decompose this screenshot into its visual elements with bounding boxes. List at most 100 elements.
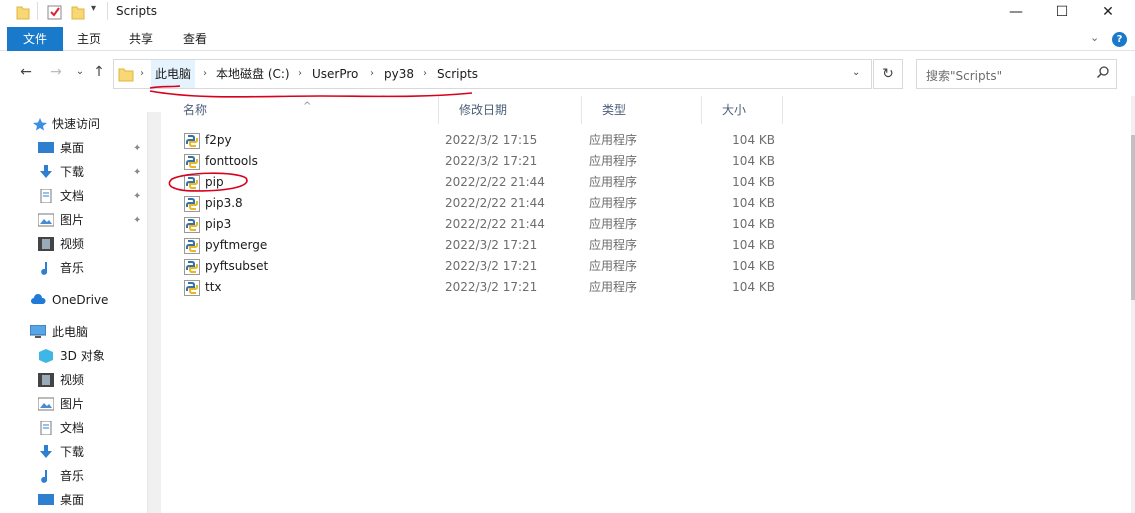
- up-button[interactable]: ↑: [89, 64, 109, 80]
- sidebar-item-label: 视频: [60, 373, 85, 387]
- python-app-icon: [184, 196, 200, 212]
- recent-locations-button[interactable]: ⌄: [70, 66, 90, 77]
- breadcrumb-separator-icon[interactable]: ›: [370, 60, 374, 88]
- download-icon: [40, 165, 52, 178]
- window-title: Scripts: [116, 4, 158, 18]
- column-header-date[interactable]: 修改日期: [439, 96, 582, 124]
- file-size: 104 KB: [732, 238, 775, 252]
- desktop-icon: [38, 142, 54, 153]
- file-date: 2022/2/22 21:44: [445, 196, 545, 210]
- forward-button[interactable]: →: [46, 64, 66, 80]
- column-header-type[interactable]: 类型: [582, 96, 702, 124]
- file-row[interactable]: pip 2022/2/22 21:44 应用程序 104 KB: [163, 172, 783, 193]
- file-date: 2022/2/22 21:44: [445, 217, 545, 231]
- desktop-icon: [38, 494, 54, 505]
- ribbon-tabs: 文件 主页 共享 查看 ⌄ ?: [0, 27, 1135, 51]
- file-row[interactable]: f2py 2022/3/2 17:15 应用程序 104 KB: [163, 130, 783, 151]
- file-type: 应用程序: [589, 196, 638, 210]
- picture-icon: [38, 213, 54, 227]
- video-icon: [38, 237, 54, 251]
- folder-icon[interactable]: [16, 4, 30, 20]
- sidebar-scrollbar[interactable]: [147, 112, 161, 513]
- file-row[interactable]: pyftmerge 2022/3/2 17:21 应用程序 104 KB: [163, 235, 783, 256]
- tab-view[interactable]: 查看: [174, 27, 216, 51]
- file-name: pip: [205, 175, 224, 189]
- ribbon-collapse-icon[interactable]: ⌄: [1090, 31, 1099, 44]
- close-button[interactable]: ✕: [1085, 0, 1131, 24]
- file-name: fonttools: [205, 154, 258, 168]
- folder-icon: [118, 68, 134, 82]
- python-app-icon: [184, 259, 200, 275]
- search-icon[interactable]: [1096, 65, 1110, 79]
- search-input[interactable]: 搜索"Scripts": [916, 59, 1117, 89]
- back-button[interactable]: ←: [16, 64, 36, 80]
- cloud-icon: [31, 294, 46, 304]
- document-icon: [40, 421, 52, 435]
- file-name: pip3.8: [205, 196, 243, 210]
- file-name: pip3: [205, 217, 232, 231]
- download-icon: [40, 445, 52, 458]
- navigation-pane: 快速访问 桌面 ✦ 下载 ✦ 文档 ✦ 图片 ✦ 视频 音乐 OneDrive …: [0, 96, 147, 513]
- help-icon[interactable]: ?: [1112, 32, 1127, 47]
- document-icon: [40, 189, 52, 203]
- tab-home[interactable]: 主页: [68, 27, 110, 51]
- breadcrumb-scripts[interactable]: Scripts: [437, 60, 478, 88]
- address-bar[interactable]: › 此电脑 › 本地磁盘 (C:) › UserPro › py38 › Scr…: [113, 59, 872, 89]
- breadcrumb-local-disk[interactable]: 本地磁盘 (C:): [216, 60, 290, 88]
- python-app-icon: [184, 175, 200, 191]
- file-row[interactable]: pip3.8 2022/2/22 21:44 应用程序 104 KB: [163, 193, 783, 214]
- file-type: 应用程序: [589, 175, 638, 189]
- sidebar-item-label: 文档: [60, 421, 85, 435]
- pin-icon[interactable]: ✦: [133, 143, 141, 154]
- breadcrumb-separator-icon[interactable]: ›: [298, 60, 302, 88]
- address-dropdown-icon[interactable]: ⌄: [852, 67, 860, 78]
- file-name: pyftmerge: [205, 238, 268, 252]
- file-date: 2022/3/2 17:21: [445, 280, 538, 294]
- breadcrumb-py38[interactable]: py38: [384, 60, 414, 88]
- new-folder-icon[interactable]: [71, 4, 85, 20]
- file-type: 应用程序: [589, 259, 638, 273]
- scrollbar-thumb[interactable]: [1131, 135, 1135, 300]
- minimize-button[interactable]: —: [993, 0, 1039, 24]
- python-app-icon: [184, 217, 200, 233]
- file-date: 2022/3/2 17:21: [445, 259, 538, 273]
- pin-icon[interactable]: ✦: [133, 215, 141, 226]
- file-size: 104 KB: [732, 175, 775, 189]
- pin-icon[interactable]: ✦: [133, 167, 141, 178]
- search-placeholder: 搜索"Scripts": [926, 69, 1003, 83]
- breadcrumb-this-pc[interactable]: 此电脑: [151, 60, 196, 88]
- video-icon: [38, 373, 54, 387]
- file-date: 2022/2/22 21:44: [445, 175, 545, 189]
- file-type: 应用程序: [589, 154, 638, 168]
- file-size: 104 KB: [732, 196, 775, 210]
- file-size: 104 KB: [732, 280, 775, 294]
- sidebar-item-label: 图片: [60, 397, 85, 411]
- column-header-label: 名称: [183, 103, 208, 117]
- column-header-size[interactable]: 大小: [702, 96, 783, 124]
- file-size: 104 KB: [732, 259, 775, 273]
- python-app-icon: [184, 154, 200, 170]
- sidebar-item-label: 音乐: [60, 261, 85, 275]
- file-size: 104 KB: [732, 133, 775, 147]
- tab-share[interactable]: 共享: [120, 27, 162, 51]
- file-row[interactable]: pip3 2022/2/22 21:44 应用程序 104 KB: [163, 214, 783, 235]
- breadcrumb-userpro[interactable]: UserPro: [312, 60, 358, 88]
- sidebar-item-label: 快速访问: [52, 117, 101, 131]
- breadcrumb-separator-icon[interactable]: ›: [203, 60, 207, 88]
- file-row[interactable]: pyftsubset 2022/3/2 17:21 应用程序 104 KB: [163, 256, 783, 277]
- tab-file[interactable]: 文件: [7, 27, 63, 51]
- properties-icon[interactable]: [47, 4, 63, 20]
- python-app-icon: [184, 133, 200, 149]
- column-header-name[interactable]: 名称 ^: [163, 96, 439, 124]
- file-row[interactable]: fonttools 2022/3/2 17:21 应用程序 104 KB: [163, 151, 783, 172]
- file-row[interactable]: ttx 2022/3/2 17:21 应用程序 104 KB: [163, 277, 783, 298]
- pin-icon[interactable]: ✦: [133, 191, 141, 202]
- refresh-button[interactable]: ↻: [873, 59, 903, 89]
- customize-quick-access-icon[interactable]: ▾: [91, 3, 96, 14]
- sidebar-item-label: 图片: [60, 213, 85, 227]
- maximize-button[interactable]: ☐: [1039, 0, 1085, 24]
- navigation-bar: ← → ⌄ ↑ › 此电脑 › 本地磁盘 (C:) › UserPro › py…: [0, 56, 1135, 92]
- breadcrumb-separator-icon[interactable]: ›: [423, 60, 427, 88]
- sidebar-item-label: 音乐: [60, 469, 85, 483]
- breadcrumb-separator-icon[interactable]: ›: [140, 60, 144, 88]
